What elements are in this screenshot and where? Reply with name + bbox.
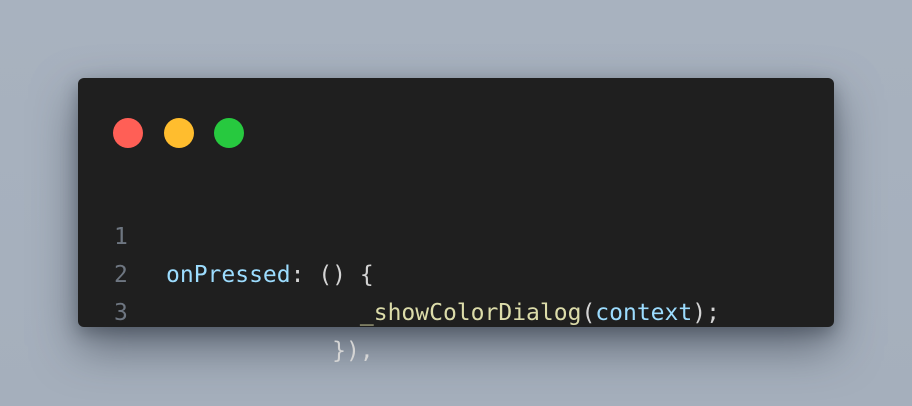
code-block: 1 onPressed: () { 2 _showColorDialog(con…: [78, 180, 834, 364]
code-window: 1 onPressed: () { 2 _showColorDialog(con…: [78, 78, 834, 364]
code-line: 1 onPressed: () {: [78, 180, 834, 288]
code-token: _showColorDialog: [359, 300, 582, 326]
code-token: }),: [332, 338, 374, 364]
close-dot-icon[interactable]: [113, 118, 143, 148]
maximize-dot-icon[interactable]: [214, 118, 244, 148]
line-content: _showColorDialog(context);: [166, 294, 720, 332]
line-number: 3: [114, 300, 128, 326]
code-token: (: [581, 300, 596, 326]
line-content: }),: [166, 332, 374, 370]
code-line: 2 _showColorDialog(context);: [78, 218, 834, 326]
code-line: 3 }),: [78, 256, 834, 364]
minimize-dot-icon[interactable]: [164, 118, 194, 148]
code-token: context: [595, 300, 693, 326]
code-token: );: [692, 300, 720, 326]
